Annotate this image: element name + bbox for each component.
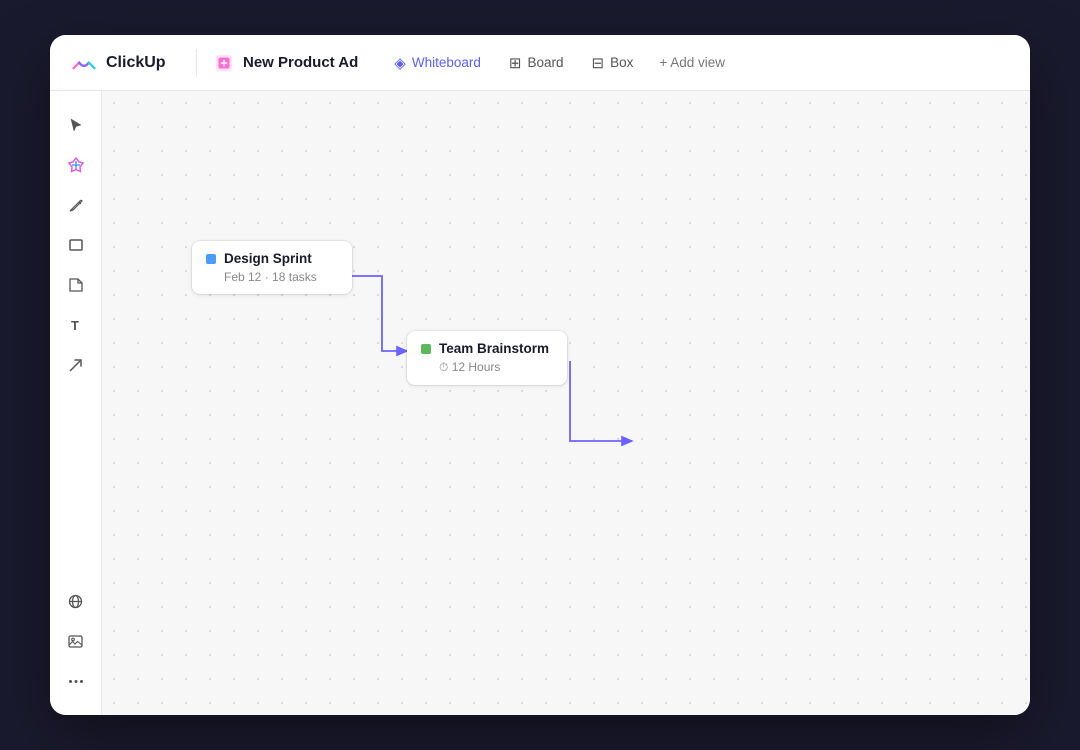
design-sprint-dot	[206, 254, 216, 264]
add-view-label: + Add view	[659, 55, 725, 70]
project-icon	[213, 52, 235, 74]
cursor-tool[interactable]	[58, 107, 94, 143]
team-brainstorm-card-header: Team Brainstorm	[421, 341, 553, 356]
box-icon: ⊟	[592, 54, 605, 72]
team-brainstorm-meta: ⏱ 12 Hours	[421, 360, 553, 375]
team-brainstorm-dot	[421, 344, 431, 354]
project-title-section: New Product Ad	[213, 52, 358, 74]
tab-whiteboard-label: Whiteboard	[412, 55, 481, 70]
connector-1	[352, 276, 407, 351]
logo-text: ClickUp	[106, 54, 166, 72]
design-sprint-title: Design Sprint	[224, 251, 312, 266]
arrow-tool[interactable]	[58, 347, 94, 383]
nav-tabs: ◈ Whiteboard ⊞ Board ⊟ Box + Add view	[382, 48, 735, 78]
connector-svg	[102, 91, 1030, 715]
tab-board[interactable]: ⊞ Board	[497, 48, 576, 78]
connector-2	[570, 361, 632, 441]
sticky-note-tool[interactable]	[58, 267, 94, 303]
image-tool[interactable]	[58, 623, 94, 659]
add-view-button[interactable]: + Add view	[649, 49, 735, 76]
globe-tool[interactable]	[58, 583, 94, 619]
team-brainstorm-time: 12 Hours	[452, 360, 501, 374]
team-brainstorm-icon: ⏱	[439, 360, 452, 374]
project-title: New Product Ad	[243, 54, 358, 71]
pen-tool[interactable]	[58, 187, 94, 223]
header: ClickUp New Product Ad ◈ Whiteboard ⊞ Bo…	[50, 35, 1030, 91]
design-sprint-meta: Feb 12 · 18 tasks	[206, 270, 338, 284]
whiteboard-icon: ◈	[394, 54, 406, 72]
tab-whiteboard[interactable]: ◈ Whiteboard	[382, 48, 493, 78]
toolbar: T	[50, 91, 102, 715]
text-tool[interactable]: T	[58, 307, 94, 343]
design-sprint-card[interactable]: Design Sprint Feb 12 · 18 tasks	[192, 241, 352, 294]
design-sprint-card-header: Design Sprint	[206, 251, 338, 266]
tab-board-label: Board	[527, 55, 563, 70]
team-brainstorm-card[interactable]: Team Brainstorm ⏱ 12 Hours	[407, 331, 567, 385]
tab-box[interactable]: ⊟ Box	[580, 48, 646, 78]
whiteboard-canvas[interactable]: Design Sprint Feb 12 · 18 tasks Team Bra…	[102, 91, 1030, 715]
header-divider	[196, 49, 197, 77]
board-icon: ⊞	[509, 54, 522, 72]
main: T	[50, 91, 1030, 715]
rectangle-tool[interactable]	[58, 227, 94, 263]
app-window: ClickUp New Product Ad ◈ Whiteboard ⊞ Bo…	[50, 35, 1030, 715]
tab-box-label: Box	[610, 55, 633, 70]
design-sprint-separator: ·	[265, 270, 272, 284]
logo[interactable]: ClickUp	[70, 49, 180, 77]
design-sprint-tasks: 18 tasks	[272, 270, 317, 284]
svg-text:T: T	[71, 318, 79, 333]
team-brainstorm-title: Team Brainstorm	[439, 341, 549, 356]
clickup-logo-icon	[70, 49, 98, 77]
add-tool[interactable]	[58, 147, 94, 183]
design-sprint-date: Feb 12	[224, 270, 261, 284]
more-tool[interactable]	[58, 663, 94, 699]
